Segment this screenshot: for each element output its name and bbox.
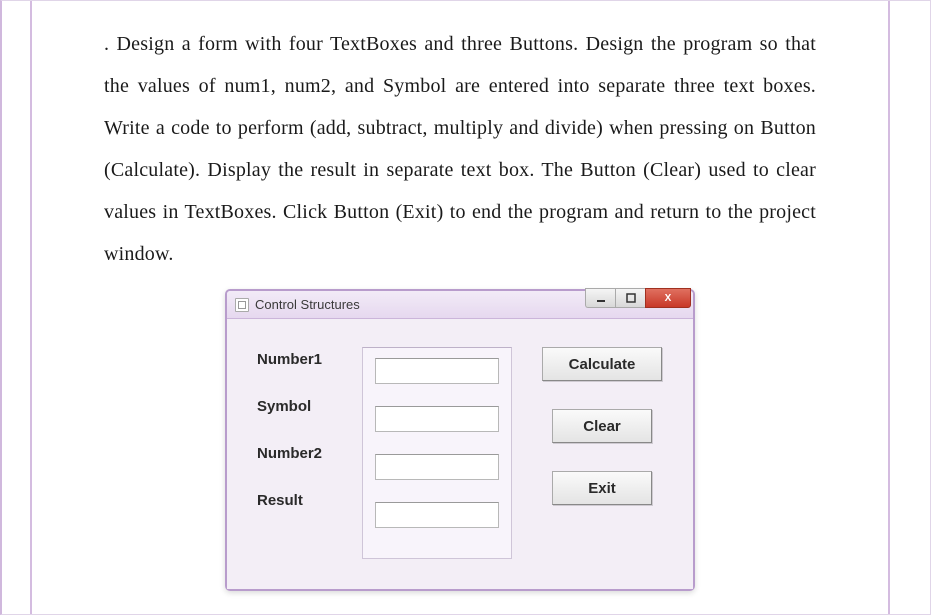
- label-result: Result: [257, 492, 362, 509]
- close-icon: X: [665, 293, 672, 304]
- exit-button[interactable]: Exit: [552, 471, 652, 505]
- label-number2: Number2: [257, 445, 362, 462]
- page-content: . Design a form with four TextBoxes and …: [30, 1, 890, 614]
- label-symbol: Symbol: [257, 398, 362, 415]
- labels-column: Number1 Symbol Number2 Result: [257, 347, 362, 559]
- symbol-field[interactable]: [375, 406, 499, 432]
- buttons-column: Calculate Clear Exit: [542, 347, 662, 559]
- form-screenshot: Control Structures X: [225, 289, 695, 591]
- minimize-button[interactable]: [585, 288, 615, 308]
- number1-field[interactable]: [375, 358, 499, 384]
- label-number1: Number1: [257, 351, 362, 368]
- clear-button[interactable]: Clear: [552, 409, 652, 443]
- window-titlebar: Control Structures X: [227, 291, 693, 319]
- maximize-icon: [626, 293, 636, 303]
- form-client-area: Number1 Symbol Number2 Result Calculate …: [227, 319, 693, 589]
- page-frame: . Design a form with four TextBoxes and …: [0, 0, 931, 615]
- window-controls: X: [585, 288, 691, 310]
- number2-field[interactable]: [375, 454, 499, 480]
- minimize-icon: [596, 293, 606, 303]
- application-window: Control Structures X: [225, 289, 695, 591]
- problem-statement: . Design a form with four TextBoxes and …: [104, 23, 816, 275]
- maximize-button[interactable]: [615, 288, 645, 308]
- window-title: Control Structures: [255, 297, 360, 312]
- result-field[interactable]: [375, 502, 499, 528]
- app-icon: [235, 298, 249, 312]
- textbox-panel: [362, 347, 512, 559]
- close-button[interactable]: X: [645, 288, 691, 308]
- calculate-button[interactable]: Calculate: [542, 347, 662, 381]
